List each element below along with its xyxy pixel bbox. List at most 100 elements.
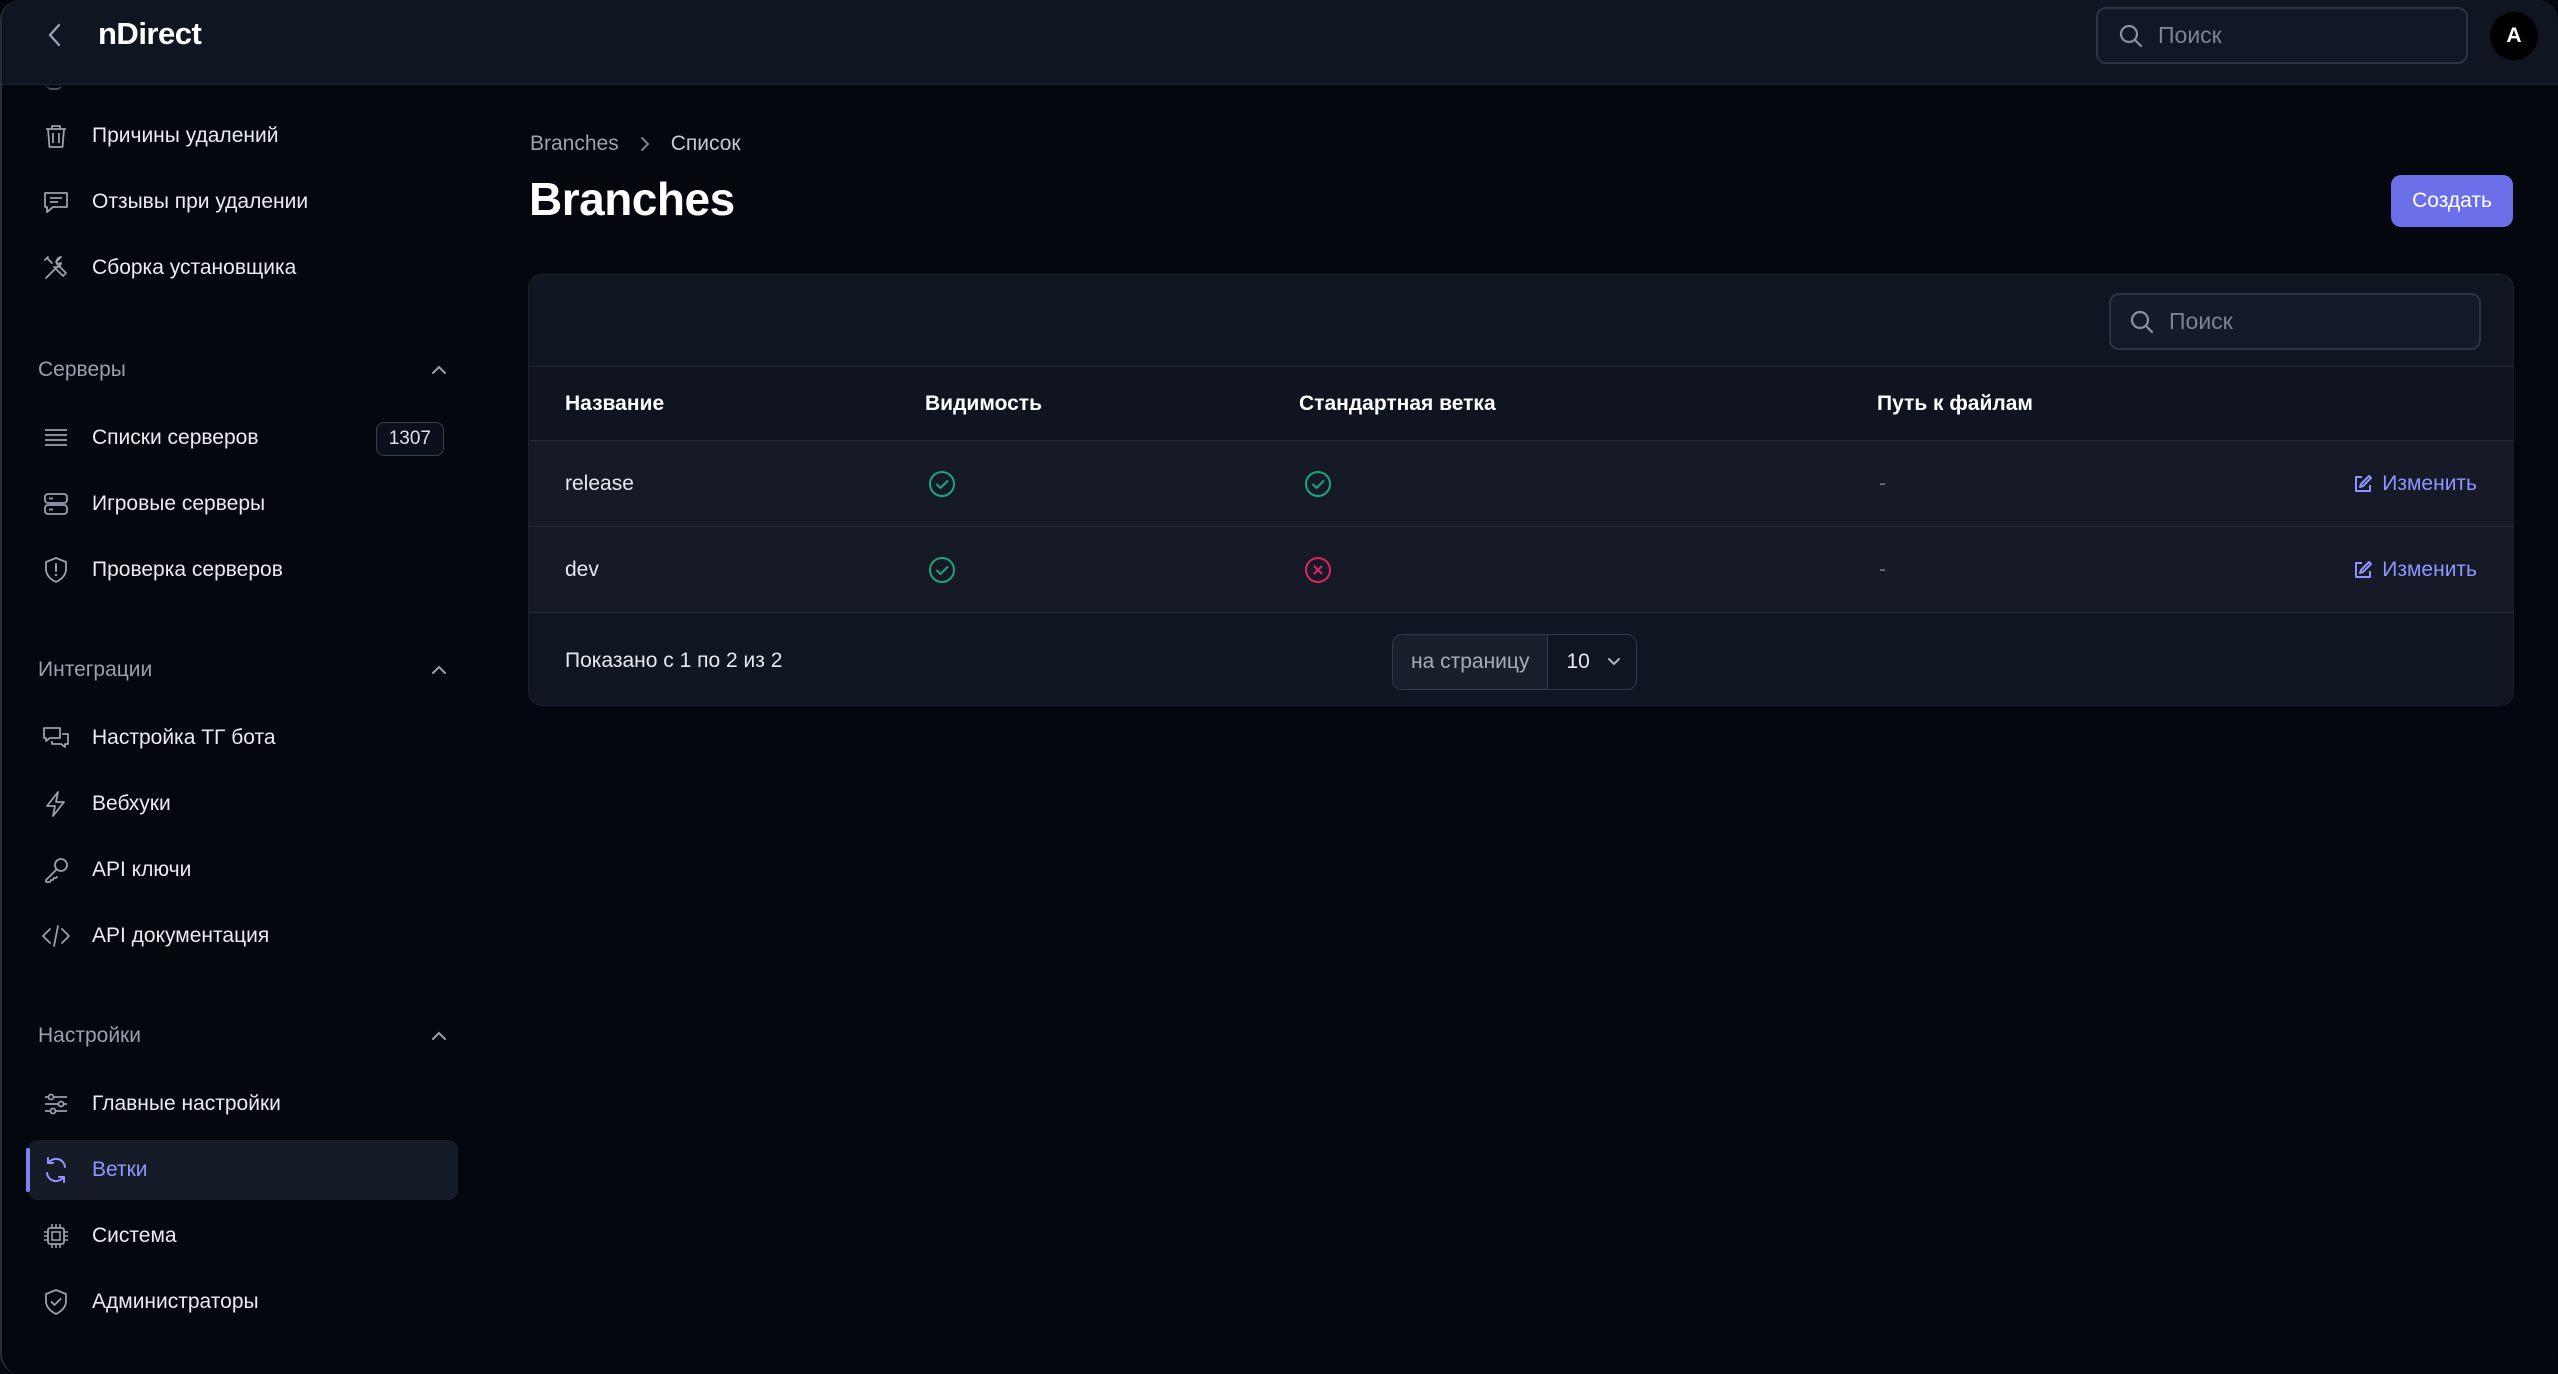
code-icon (38, 918, 74, 954)
sidebar-group-label: Серверы (38, 358, 126, 381)
scroll-stub (46, 80, 62, 90)
check-circle-icon (929, 471, 955, 497)
sidebar-item-webhooks[interactable]: Вебхуки (28, 774, 458, 834)
per-page-value: 10 (1566, 650, 1590, 673)
column-header-default-branch[interactable]: Стандартная ветка (1299, 367, 1496, 441)
sidebar-item-label: Причины удалений (92, 124, 279, 147)
sidebar: Причины удалений Отзывы при удалении Сбо… (2, 86, 472, 1374)
table-toolbar (529, 275, 2513, 367)
sidebar-item-label: Главные настройки (92, 1092, 281, 1115)
column-header-files-path[interactable]: Путь к файлам (1877, 367, 2033, 441)
pagination-summary: Показано с 1 по 2 из 2 (565, 649, 783, 672)
sidebar-item-system[interactable]: Система (28, 1206, 458, 1266)
sidebar-item-label: Настройка ТГ бота (92, 726, 276, 749)
sidebar-item-label: Отзывы при удалении (92, 190, 309, 213)
table-header: Название Видимость Стандартная ветка Пут… (529, 367, 2513, 441)
sidebar-group-label: Интеграции (38, 658, 153, 681)
per-page-label: на страницу (1393, 635, 1549, 689)
chevron-up-icon (432, 365, 446, 374)
breadcrumb: Branches Список (530, 132, 741, 156)
chevron-up-icon (432, 665, 446, 674)
chevron-up-icon (432, 1031, 446, 1040)
sidebar-item-label: Сборка установщика (92, 256, 297, 279)
table-search[interactable] (2109, 293, 2481, 350)
sidebar-item-label: Списки серверов (92, 426, 259, 449)
edit-button[interactable]: Изменить (2352, 441, 2477, 527)
chevron-right-icon (639, 135, 651, 153)
global-search[interactable] (2096, 7, 2468, 64)
sidebar-item-game-servers[interactable]: Игровые серверы (28, 474, 458, 534)
count-badge: 1307 (375, 422, 444, 456)
breadcrumb-link[interactable]: Branches (530, 132, 619, 156)
bolt-icon (38, 786, 74, 822)
sidebar-item-api-keys[interactable]: API ключи (28, 840, 458, 900)
table-footer: Показано с 1 по 2 из 2 на страницу 10 (529, 615, 2513, 705)
sidebar-group-label: Настройки (38, 1024, 141, 1047)
search-icon (2130, 310, 2154, 333)
default-branch-status (1303, 441, 1333, 527)
sidebar-item-api-docs[interactable]: API документация (28, 906, 458, 966)
shield-check-icon (38, 1284, 74, 1320)
branch-name: release (565, 472, 634, 495)
sidebar-group-integrations[interactable]: Интеграции (38, 650, 448, 690)
edit-label: Изменить (2382, 472, 2477, 495)
per-page-control: на страницу 10 (1392, 634, 1637, 690)
list-icon (38, 420, 74, 456)
sliders-icon (38, 1086, 74, 1122)
edit-button[interactable]: Изменить (2352, 527, 2477, 613)
key-icon (38, 852, 74, 888)
brand-logo: nDirect (98, 16, 202, 51)
sidebar-group-servers[interactable]: Серверы (38, 350, 448, 390)
sidebar-item-label: Проверка серверов (92, 558, 283, 581)
chevron-left-icon (48, 23, 61, 47)
sidebar-item-installer-build[interactable]: Сборка установщика (28, 238, 458, 298)
table-search-input[interactable] (2169, 308, 2469, 335)
branch-name: dev (565, 558, 599, 581)
global-search-input[interactable] (2158, 22, 2458, 49)
chevron-down-icon (1607, 658, 1620, 666)
files-path: - (1879, 558, 1886, 581)
avatar[interactable]: A (2490, 12, 2538, 60)
column-header-name[interactable]: Название (565, 367, 664, 441)
sidebar-item-label: Вебхуки (92, 792, 171, 815)
branches-table-card: Название Видимость Стандартная ветка Пут… (528, 274, 2514, 706)
refresh-icon (38, 1152, 74, 1188)
sidebar-group-settings[interactable]: Настройки (38, 1016, 448, 1056)
create-button[interactable]: Создать (2391, 175, 2513, 227)
top-bar: nDirect A (2, 0, 2558, 85)
column-header-visibility[interactable]: Видимость (925, 367, 1042, 441)
trash-icon (38, 118, 74, 154)
sidebar-item-server-check[interactable]: Проверка серверов (28, 540, 458, 600)
chip-icon (38, 1218, 74, 1254)
files-path: - (1879, 472, 1886, 495)
check-circle-icon (1305, 471, 1331, 497)
sidebar-item-label: Игровые серверы (92, 492, 266, 515)
tools-icon (38, 250, 74, 286)
sidebar-item-tg-bot[interactable]: Настройка ТГ бота (28, 708, 458, 768)
sidebar-item-label: Администраторы (92, 1290, 259, 1313)
sidebar-item-main-settings[interactable]: Главные настройки (28, 1074, 458, 1134)
edit-label: Изменить (2382, 558, 2477, 581)
sidebar-item-deletion-feedback[interactable]: Отзывы при удалении (28, 172, 458, 232)
x-circle-icon (1305, 557, 1331, 583)
chat-icon (38, 720, 74, 756)
shield-alert-icon (38, 552, 74, 588)
sidebar-item-deletion-reasons[interactable]: Причины удалений (28, 106, 458, 166)
visibility-status (927, 527, 957, 613)
search-icon (2119, 24, 2143, 47)
server-icon (38, 486, 74, 522)
sidebar-item-administrators[interactable]: Администраторы (28, 1272, 458, 1332)
visibility-status (927, 441, 957, 527)
sidebar-item-label: API документация (92, 924, 270, 947)
edit-icon (2355, 561, 2373, 578)
sidebar-item-label: API ключи (92, 858, 192, 881)
sidebar-item-branches[interactable]: Ветки (26, 1140, 458, 1200)
table-row[interactable]: dev - Изменить (529, 527, 2513, 613)
check-circle-icon (929, 557, 955, 583)
table-row[interactable]: release - Изменить (529, 441, 2513, 527)
back-button[interactable] (40, 20, 70, 50)
sidebar-item-server-lists[interactable]: Списки серверов 1307 (28, 408, 458, 468)
sidebar-item-label: Ветки (92, 1158, 148, 1181)
app-window: nDirect A Причины удалений Отзывы при уд… (0, 0, 2558, 1374)
per-page-select[interactable]: 10 (1548, 635, 1636, 689)
